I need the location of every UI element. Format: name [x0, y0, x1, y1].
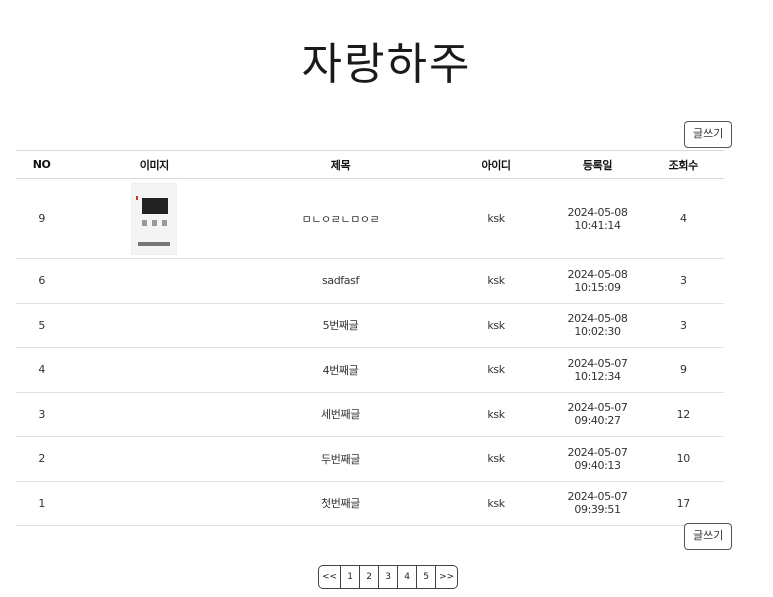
pagination-page-4[interactable]: 4 — [397, 566, 416, 588]
cell-id: ksk — [439, 347, 553, 393]
board-table: NO 이미지 제목 아이디 등록일 조회수 9 ㅁㄴㅇㄹㄴㅁㅇㄹ ksk 202… — [16, 150, 724, 526]
cell-title: 세번째글 — [241, 392, 440, 437]
cell-id: ksk — [439, 436, 553, 482]
cell-id: ksk — [439, 392, 553, 437]
cell-image — [67, 347, 242, 393]
cell-image — [67, 178, 242, 259]
cell-date: 2024-05-07 09:40:27 — [552, 392, 643, 437]
table-row[interactable]: 9 ㅁㄴㅇㄹㄴㅁㅇㄹ ksk 2024-05-08 10:41:14 4 — [16, 178, 724, 259]
header-title: 제목 — [241, 150, 440, 179]
write-button-top[interactable]: 글쓰기 — [684, 121, 733, 148]
table-row[interactable]: 4 4번째글 ksk 2024-05-07 10:12:34 9 — [16, 347, 724, 393]
table-row[interactable]: 1 첫번째글 ksk 2024-05-07 09:39:51 17 — [16, 481, 724, 526]
table-header-row: NO 이미지 제목 아이디 등록일 조회수 — [16, 150, 724, 179]
table-row[interactable]: 6 sadfasf ksk 2024-05-08 10:15:09 3 — [16, 258, 724, 304]
header-views: 조회수 — [642, 150, 724, 179]
header-id: 아이디 — [439, 150, 553, 179]
cell-no: 6 — [16, 258, 68, 304]
cell-views: 3 — [642, 303, 724, 348]
pagination-next[interactable]: >> — [435, 566, 457, 588]
page-title: 자랑하주 — [301, 39, 472, 90]
post-title-link[interactable]: 4번째글 — [323, 364, 359, 377]
header-date: 등록일 — [552, 150, 643, 179]
cell-views: 10 — [642, 436, 724, 482]
cell-views: 12 — [642, 392, 724, 437]
cell-id: ksk — [439, 258, 553, 304]
cell-no: 3 — [16, 392, 68, 437]
cell-date: 2024-05-07 09:39:51 — [552, 481, 643, 526]
cell-date: 2024-05-08 10:41:14 — [552, 178, 643, 259]
cell-date: 2024-05-08 10:02:30 — [552, 303, 643, 348]
header-no: NO — [16, 150, 68, 179]
write-button-bottom[interactable]: 글쓰기 — [684, 523, 733, 550]
cell-views: 4 — [642, 178, 724, 259]
post-title-link[interactable]: 세번째글 — [321, 408, 360, 421]
cell-title: 두번째글 — [241, 436, 440, 482]
cell-no: 4 — [16, 347, 68, 393]
cell-image — [67, 303, 242, 348]
pagination-page-1[interactable]: 1 — [340, 566, 359, 588]
cell-no: 1 — [16, 481, 68, 526]
table-row[interactable]: 2 두번째글 ksk 2024-05-07 09:40:13 10 — [16, 436, 724, 482]
cell-id: ksk — [439, 481, 553, 526]
cell-title: ㅁㄴㅇㄹㄴㅁㅇㄹ — [241, 178, 440, 259]
pagination-page-2[interactable]: 2 — [359, 566, 378, 588]
post-title-link[interactable]: 두번째글 — [321, 453, 360, 466]
pagination-prev[interactable]: << — [319, 566, 340, 588]
pagination-page-5[interactable]: 5 — [416, 566, 435, 588]
cell-title: 5번째글 — [241, 303, 440, 348]
pagination: << 1 2 3 4 5 >> — [318, 565, 459, 589]
cell-no: 5 — [16, 303, 68, 348]
cell-views: 3 — [642, 258, 724, 304]
cell-id: ksk — [439, 178, 553, 259]
post-title-link[interactable]: ㅁㄴㅇㄹㄴㅁㅇㄹ — [302, 213, 380, 226]
cell-id: ksk — [439, 303, 553, 348]
post-thumbnail[interactable] — [131, 182, 178, 255]
cell-title: 4번째글 — [241, 347, 440, 393]
header-image: 이미지 — [67, 150, 242, 179]
cell-no: 2 — [16, 436, 68, 482]
cell-views: 17 — [642, 481, 724, 526]
post-title-link[interactable]: 첫번째글 — [321, 497, 360, 510]
cell-image — [67, 258, 242, 304]
cell-title: 첫번째글 — [241, 481, 440, 526]
cell-image — [67, 481, 242, 526]
cell-no: 9 — [16, 178, 68, 259]
cell-date: 2024-05-08 10:15:09 — [552, 258, 643, 304]
post-title-link[interactable]: sadfasf — [322, 274, 359, 287]
post-title-link[interactable]: 5번째글 — [323, 319, 359, 332]
cell-date: 2024-05-07 09:40:13 — [552, 436, 643, 482]
table-row[interactable]: 5 5번째글 ksk 2024-05-08 10:02:30 3 — [16, 303, 724, 348]
cell-views: 9 — [642, 347, 724, 393]
cell-date: 2024-05-07 10:12:34 — [552, 347, 643, 393]
cell-image — [67, 392, 242, 437]
cell-title: sadfasf — [241, 258, 440, 304]
cell-image — [67, 436, 242, 482]
pagination-page-3[interactable]: 3 — [378, 566, 397, 588]
table-row[interactable]: 3 세번째글 ksk 2024-05-07 09:40:27 12 — [16, 392, 724, 437]
